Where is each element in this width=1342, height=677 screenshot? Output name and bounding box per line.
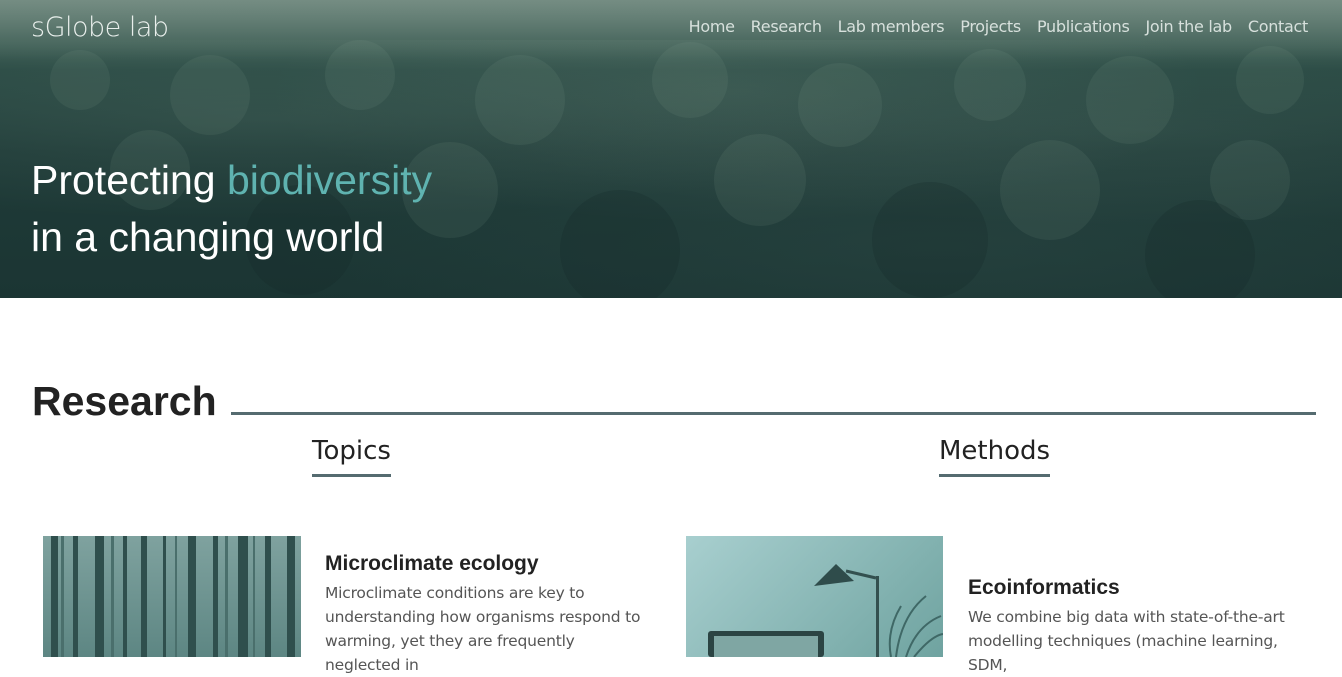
headline-accent: biodiversity <box>227 157 433 203</box>
headline-line-2: in a changing world <box>31 214 385 260</box>
headline-line-1: Protecting biodiversity <box>31 152 432 209</box>
method-card-title[interactable]: Ecoinformatics <box>968 576 1120 600</box>
nav-research[interactable]: Research <box>751 17 822 36</box>
nav-home[interactable]: Home <box>689 17 735 36</box>
nav-projects[interactable]: Projects <box>960 17 1021 36</box>
nav-join-the-lab[interactable]: Join the lab <box>1146 17 1233 36</box>
headline-prefix: Protecting <box>31 157 227 203</box>
nav-contact[interactable]: Contact <box>1248 17 1308 36</box>
ecoinformatics-desk-image[interactable] <box>686 536 943 657</box>
section-divider <box>231 412 1316 415</box>
topic-card-title[interactable]: Microclimate ecology <box>325 552 539 576</box>
nav-publications[interactable]: Publications <box>1037 17 1130 36</box>
hero-banner: sGlobe lab Home Research Lab members Pro… <box>0 0 1342 298</box>
section-title-research: Research <box>32 378 217 424</box>
site-logo[interactable]: sGlobe lab <box>31 12 169 43</box>
forest-trunks <box>51 536 295 657</box>
methods-heading: Methods <box>939 436 1051 477</box>
method-card-text: We combine big data with state-of-the-ar… <box>968 608 1285 674</box>
microclimate-forest-image[interactable] <box>43 536 301 657</box>
main-nav: Home Research Lab members Projects Publi… <box>689 17 1309 36</box>
topic-card-text: Microclimate conditions are key to under… <box>325 584 641 674</box>
hero-headline: Protecting biodiversity in a changing wo… <box>31 152 432 266</box>
desk-lamp-laptop <box>708 564 943 657</box>
nav-lab-members[interactable]: Lab members <box>838 17 945 36</box>
topics-heading: Topics <box>312 436 391 477</box>
